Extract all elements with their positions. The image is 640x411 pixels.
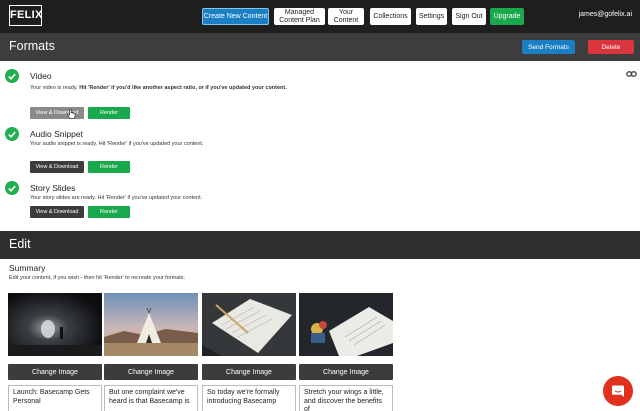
user-email[interactable]: james@gofelix.ai <box>579 11 632 18</box>
edit-header: Edit <box>0 231 640 259</box>
change-image-button[interactable]: Change Image <box>202 364 296 380</box>
formats-header: Formats Send Formats Delete <box>0 33 640 61</box>
link-icon[interactable] <box>626 70 637 78</box>
edit-title: Edit <box>9 237 31 251</box>
card-text-field[interactable]: But one complaint we've heard is that Ba… <box>104 385 198 411</box>
desk-photo <box>299 293 393 356</box>
audio-render-button[interactable]: Render <box>88 161 130 173</box>
tipi-photo <box>104 293 198 356</box>
notebook-photo <box>202 293 296 356</box>
formats-title: Formats <box>9 39 55 53</box>
chat-bubble-icon <box>612 385 624 397</box>
change-image-button[interactable]: Change Image <box>8 364 102 380</box>
check-circle-icon <box>5 181 19 195</box>
card-text-field[interactable]: Launch: Basecamp Gets Personal <box>8 385 102 411</box>
summary-description: Edit your content, if you wish - then hi… <box>9 275 186 281</box>
card-text-field[interactable]: So today we're formally introducing Base… <box>202 385 296 411</box>
story-render-button[interactable]: Render <box>88 206 130 218</box>
send-formats-button[interactable]: Send Formats <box>522 40 575 54</box>
audio-snippet-format-title: Audio Snippet <box>30 129 83 139</box>
story-slides-format-title: Story Slides <box>30 183 76 193</box>
chat-launcher-button[interactable] <box>603 376 633 406</box>
change-image-button[interactable]: Change Image <box>299 364 393 380</box>
upgrade-button[interactable]: Upgrade <box>490 8 524 25</box>
top-navigation: FELIX Create New Content Managed Content… <box>0 0 640 33</box>
your-content-button[interactable]: Your Content <box>328 8 364 25</box>
check-circle-icon <box>5 69 19 83</box>
change-image-button[interactable]: Change Image <box>104 364 198 380</box>
video-format-description: Your video is ready. Hit 'Render' if you… <box>30 85 287 91</box>
hand-cursor-icon <box>67 109 76 119</box>
create-new-content-button[interactable]: Create New Content <box>202 8 269 25</box>
video-render-button[interactable]: Render <box>88 107 130 119</box>
card-text-field[interactable]: Stretch your wings a little, and discove… <box>299 385 393 411</box>
audio-snippet-format-description: Your audio snippet is ready. Hit 'Render… <box>30 141 204 147</box>
managed-content-plan-button[interactable]: Managed Content Plan <box>274 8 325 25</box>
felix-logo[interactable]: FELIX <box>9 5 42 26</box>
sign-out-button[interactable]: Sign Out <box>452 8 486 25</box>
check-circle-icon <box>5 127 19 141</box>
tunnel-photo <box>8 293 102 356</box>
video-format-title: Video <box>30 71 52 81</box>
story-slides-format-description: Your story slides are ready. Hit 'Render… <box>30 195 203 201</box>
settings-button[interactable]: Settings <box>416 8 447 25</box>
audio-view-download-button[interactable]: View & Download <box>30 161 84 173</box>
delete-button[interactable]: Delete <box>588 40 634 54</box>
summary-title: Summary <box>9 263 46 273</box>
story-view-download-button[interactable]: View & Download <box>30 206 84 218</box>
collections-button[interactable]: Collections <box>370 8 411 25</box>
